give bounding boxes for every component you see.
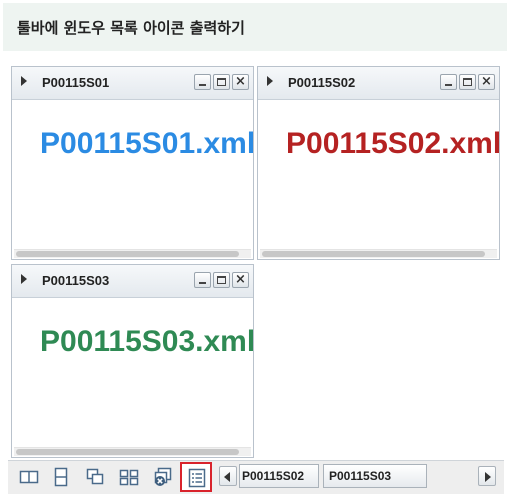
horizontal-scrollbar[interactable]	[14, 249, 251, 258]
collapse-arrow-icon[interactable]	[21, 76, 27, 86]
window-tab-label: P00115S03	[329, 469, 392, 483]
tab-scroll-left-button[interactable]	[219, 466, 237, 486]
maximize-icon	[217, 78, 226, 86]
window-content-text: P00115S03.xml	[40, 325, 253, 358]
minimize-button[interactable]	[194, 74, 211, 90]
scrollbar-thumb[interactable]	[16, 251, 239, 257]
maximize-button[interactable]	[459, 74, 476, 90]
page-title: 툴바에 윈도우 목록 아이콘 출력하기	[17, 19, 245, 37]
window-list-button[interactable]	[180, 462, 212, 492]
window-body: P00115S01.xml	[12, 99, 253, 259]
window-list-icon	[188, 468, 206, 488]
minimize-icon	[445, 84, 452, 86]
close-all-icon[interactable]	[152, 466, 174, 488]
window-content-text: P00115S01.xml	[40, 127, 253, 160]
window-titlebar[interactable]: P00115S03 ×	[12, 265, 253, 298]
maximize-icon	[217, 276, 226, 284]
close-icon: ×	[235, 74, 246, 89]
window-body: P00115S03.xml	[12, 297, 253, 457]
window-title: P00115S01	[42, 75, 110, 90]
mdi-window-1[interactable]: P00115S01 × P00115S01.xml	[11, 66, 254, 260]
window-title: P00115S02	[288, 75, 356, 90]
maximize-button[interactable]	[213, 74, 230, 90]
scrollbar-thumb[interactable]	[262, 251, 485, 257]
arrow-left-icon	[224, 472, 230, 482]
window-tab[interactable]: P00115S03	[323, 464, 427, 488]
mdi-area: P00115S01 × P00115S01.xml P00115S02 × P0…	[8, 64, 504, 460]
close-button[interactable]: ×	[232, 272, 249, 288]
horizontal-scrollbar[interactable]	[14, 447, 251, 456]
mdi-toolbar: P00115S02 P00115S03	[8, 460, 504, 494]
close-button[interactable]: ×	[232, 74, 249, 90]
scrollbar-thumb[interactable]	[16, 449, 239, 455]
window-titlebar[interactable]: P00115S01 ×	[12, 67, 253, 100]
maximize-button[interactable]	[213, 272, 230, 288]
page-header: 툴바에 윈도우 목록 아이콘 출력하기	[3, 3, 507, 51]
tile-grid-icon[interactable]	[118, 466, 140, 488]
close-icon: ×	[235, 272, 246, 287]
cascade-icon[interactable]	[84, 466, 106, 488]
minimize-icon	[199, 282, 206, 284]
collapse-arrow-icon[interactable]	[267, 76, 273, 86]
maximize-icon	[463, 78, 472, 86]
window-tab[interactable]: P00115S02	[239, 464, 319, 488]
window-body: P00115S02.xml	[258, 99, 499, 259]
minimize-button[interactable]	[440, 74, 457, 90]
arrow-right-icon	[485, 472, 491, 482]
collapse-arrow-icon[interactable]	[21, 274, 27, 284]
minimize-button[interactable]	[194, 272, 211, 288]
tile-horizontal-icon[interactable]	[50, 466, 72, 488]
tab-scroll-right-button[interactable]	[478, 466, 496, 486]
tile-vertical-icon[interactable]	[18, 466, 40, 488]
window-title: P00115S03	[42, 273, 110, 288]
horizontal-scrollbar[interactable]	[260, 249, 497, 258]
window-tab-label: P00115S02	[242, 469, 305, 483]
mdi-window-2[interactable]: P00115S02 × P00115S02.xml	[257, 66, 500, 260]
window-titlebar[interactable]: P00115S02 ×	[258, 67, 499, 100]
close-button[interactable]: ×	[478, 74, 495, 90]
window-content-text: P00115S02.xml	[286, 127, 499, 160]
minimize-icon	[199, 84, 206, 86]
close-icon: ×	[481, 74, 492, 89]
mdi-window-3[interactable]: P00115S03 × P00115S03.xml	[11, 264, 254, 458]
